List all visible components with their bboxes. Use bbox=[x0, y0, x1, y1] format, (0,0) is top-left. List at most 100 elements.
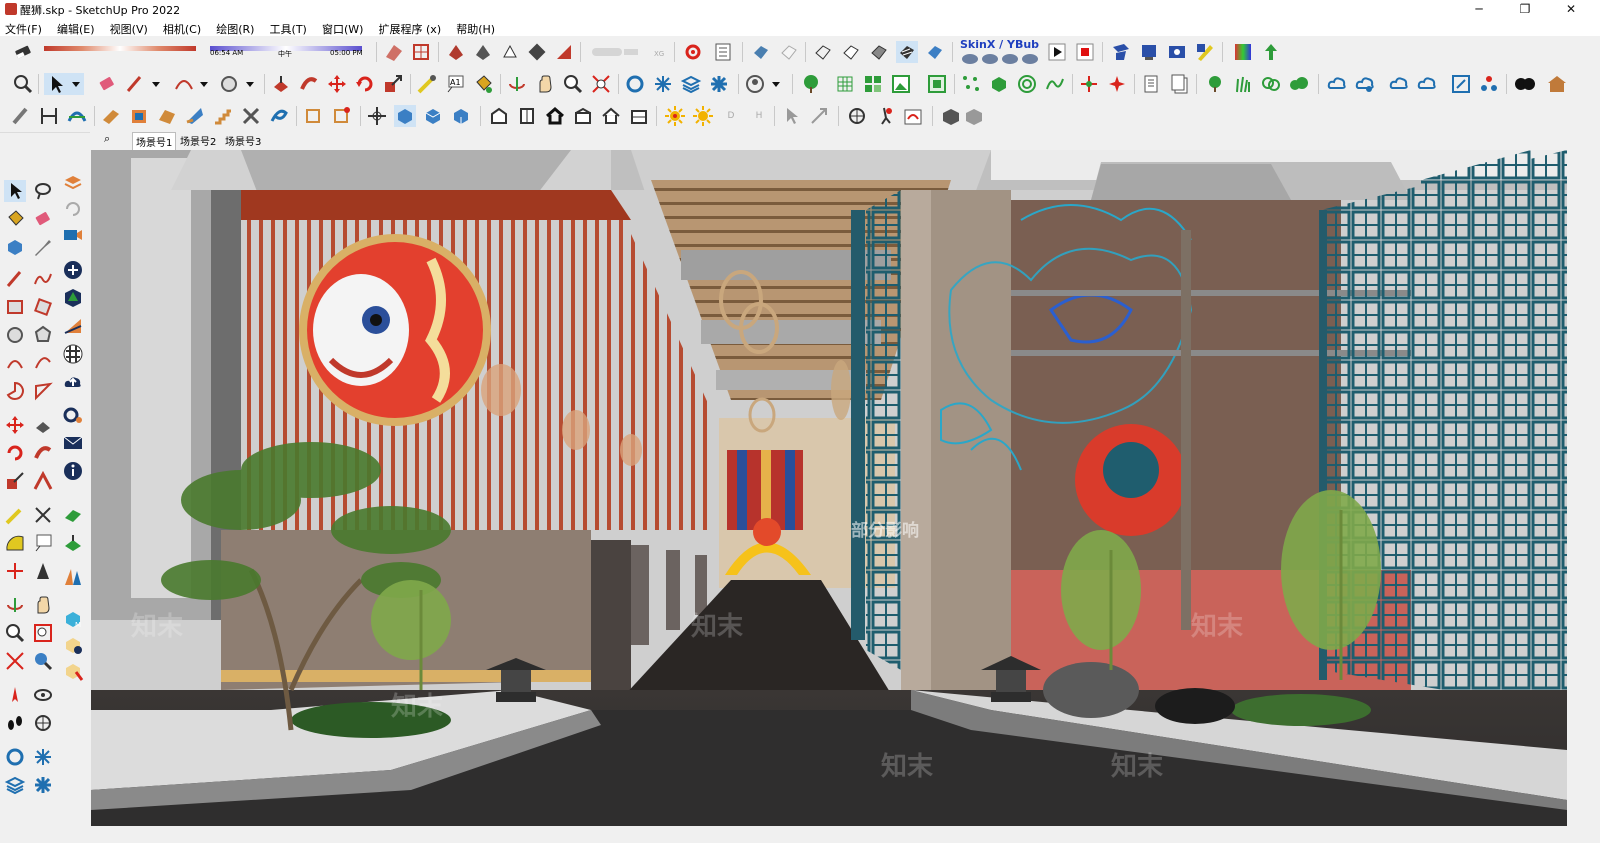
3d-text-icon[interactable] bbox=[32, 560, 54, 582]
add-circle-icon[interactable] bbox=[62, 259, 84, 281]
menu-file[interactable]: 文件(F) bbox=[0, 19, 47, 37]
scale-icon[interactable] bbox=[4, 470, 26, 492]
follow-me-icon[interactable] bbox=[298, 73, 320, 95]
roof-icon[interactable] bbox=[156, 105, 178, 127]
tab-scene-2[interactable]: 场景号2 bbox=[177, 132, 219, 149]
text-icon[interactable] bbox=[32, 532, 54, 554]
extrude-icon[interactable] bbox=[100, 105, 122, 127]
cloud-sync-icon[interactable] bbox=[1326, 73, 1348, 95]
menu-extensions[interactable]: 扩展程序 (x) bbox=[374, 19, 447, 37]
document-icon[interactable] bbox=[1140, 73, 1162, 95]
right-view-icon[interactable] bbox=[516, 105, 538, 127]
add-location-icon[interactable] bbox=[62, 634, 84, 656]
axes-icon[interactable] bbox=[1078, 73, 1100, 95]
upload-arrow-icon[interactable] bbox=[1260, 41, 1282, 63]
cloud-upload-icon[interactable] bbox=[1388, 73, 1410, 95]
shaded-icon[interactable] bbox=[868, 41, 890, 63]
menu-view[interactable]: 视图(V) bbox=[105, 19, 153, 37]
lasso-icon[interactable] bbox=[32, 180, 54, 202]
move-icon[interactable] bbox=[326, 73, 348, 95]
warehouse-icon[interactable] bbox=[624, 73, 646, 95]
shadow-date-slider[interactable] bbox=[42, 40, 202, 66]
mail-icon[interactable] bbox=[62, 432, 84, 454]
offset-icon[interactable] bbox=[32, 470, 54, 492]
target-icon[interactable] bbox=[1016, 73, 1038, 95]
vray-interactive-icon[interactable] bbox=[1138, 41, 1160, 63]
pin-icon[interactable] bbox=[1106, 73, 1128, 95]
extension-warehouse-icon[interactable] bbox=[32, 774, 54, 796]
house-view-icon[interactable] bbox=[488, 105, 510, 127]
layout-icon[interactable] bbox=[62, 172, 84, 194]
push-pull-icon[interactable] bbox=[270, 73, 292, 95]
molecule-icon[interactable] bbox=[1478, 73, 1500, 95]
zoom-window-icon[interactable] bbox=[32, 622, 54, 644]
layers-icon[interactable] bbox=[680, 73, 702, 95]
zoom-icon[interactable] bbox=[4, 622, 26, 644]
arc-tool-icon[interactable] bbox=[172, 73, 212, 95]
rotate-icon[interactable] bbox=[354, 73, 376, 95]
rotated-rectangle-icon[interactable] bbox=[32, 296, 54, 318]
tree-hex-icon[interactable] bbox=[62, 287, 84, 309]
line-icon[interactable] bbox=[4, 268, 26, 290]
zoom-icon[interactable] bbox=[12, 73, 34, 95]
freehand-icon[interactable] bbox=[32, 268, 54, 290]
two-point-arc-icon[interactable] bbox=[32, 352, 54, 374]
pan-icon[interactable] bbox=[32, 594, 54, 616]
solid-shell-icon[interactable] bbox=[499, 41, 521, 63]
component-icons[interactable] bbox=[940, 105, 988, 127]
paint-bucket-icon[interactable] bbox=[472, 73, 494, 95]
walk-icon[interactable] bbox=[874, 105, 896, 127]
look-around-icon[interactable] bbox=[32, 684, 54, 706]
tape-measure-icon[interactable] bbox=[4, 504, 26, 526]
bim-plugin-icon[interactable] bbox=[590, 41, 650, 63]
info-icon[interactable] bbox=[62, 460, 84, 482]
stair-icon[interactable] bbox=[212, 105, 234, 127]
dimension-icon[interactable] bbox=[38, 105, 60, 127]
fan-icon[interactable] bbox=[62, 315, 84, 337]
shrub-icon[interactable] bbox=[1204, 73, 1226, 95]
gear-icon[interactable] bbox=[682, 41, 704, 63]
zoom-extents-icon[interactable] bbox=[4, 650, 26, 672]
iso-view-icon[interactable] bbox=[394, 105, 416, 127]
home-icon[interactable] bbox=[544, 105, 566, 127]
dimension-d-button[interactable]: D bbox=[720, 105, 742, 127]
circle-icon[interactable] bbox=[4, 324, 26, 346]
video-camera-icon[interactable] bbox=[62, 224, 84, 246]
search-icon[interactable]: ⌕ bbox=[104, 132, 110, 146]
solid-union-icon[interactable] bbox=[445, 41, 467, 63]
monochrome-icon[interactable] bbox=[924, 41, 946, 63]
wave-icon[interactable] bbox=[1044, 73, 1066, 95]
wall-icon[interactable] bbox=[184, 105, 206, 127]
menu-edit[interactable]: 编辑(E) bbox=[52, 19, 100, 37]
display-section-icon[interactable] bbox=[410, 41, 432, 63]
pan-icon[interactable] bbox=[534, 73, 556, 95]
orbit-icon[interactable] bbox=[506, 73, 528, 95]
resize-icon[interactable] bbox=[808, 105, 830, 127]
pencil-icon[interactable] bbox=[10, 105, 32, 127]
curviloft-icon[interactable] bbox=[66, 105, 88, 127]
tag-icon[interactable] bbox=[32, 236, 54, 258]
extension-warehouse-icon[interactable] bbox=[708, 73, 730, 95]
tile-icon[interactable] bbox=[926, 73, 948, 95]
record-icon[interactable] bbox=[1074, 41, 1096, 63]
restore-button[interactable]: ❐ bbox=[1502, 0, 1548, 18]
component-icon[interactable] bbox=[4, 236, 26, 258]
vray-asset-editor-icon[interactable] bbox=[1194, 41, 1216, 63]
push-pull-icon[interactable] bbox=[32, 414, 54, 436]
section-plane-icon[interactable] bbox=[383, 41, 405, 63]
bottom-view-icon[interactable] bbox=[628, 105, 650, 127]
settings-gear-icon[interactable] bbox=[62, 404, 84, 426]
previous-view-icon[interactable] bbox=[32, 650, 54, 672]
warehouse-icon[interactable] bbox=[4, 746, 26, 768]
paint-bucket-icon[interactable] bbox=[4, 208, 26, 230]
menu-help[interactable]: 帮助(H) bbox=[451, 19, 500, 37]
menu-window[interactable]: 窗口(W) bbox=[317, 19, 368, 37]
refresh-icon[interactable] bbox=[62, 198, 84, 220]
minimize-button[interactable]: ─ bbox=[1456, 0, 1502, 18]
crosshair-icon[interactable] bbox=[366, 105, 388, 127]
menu-tools[interactable]: 工具(T) bbox=[265, 19, 312, 37]
photo-textures-icon[interactable] bbox=[62, 660, 84, 682]
tape-measure-icon[interactable] bbox=[416, 73, 438, 95]
cross-icon[interactable] bbox=[240, 105, 262, 127]
eraser-icon[interactable] bbox=[32, 208, 54, 230]
